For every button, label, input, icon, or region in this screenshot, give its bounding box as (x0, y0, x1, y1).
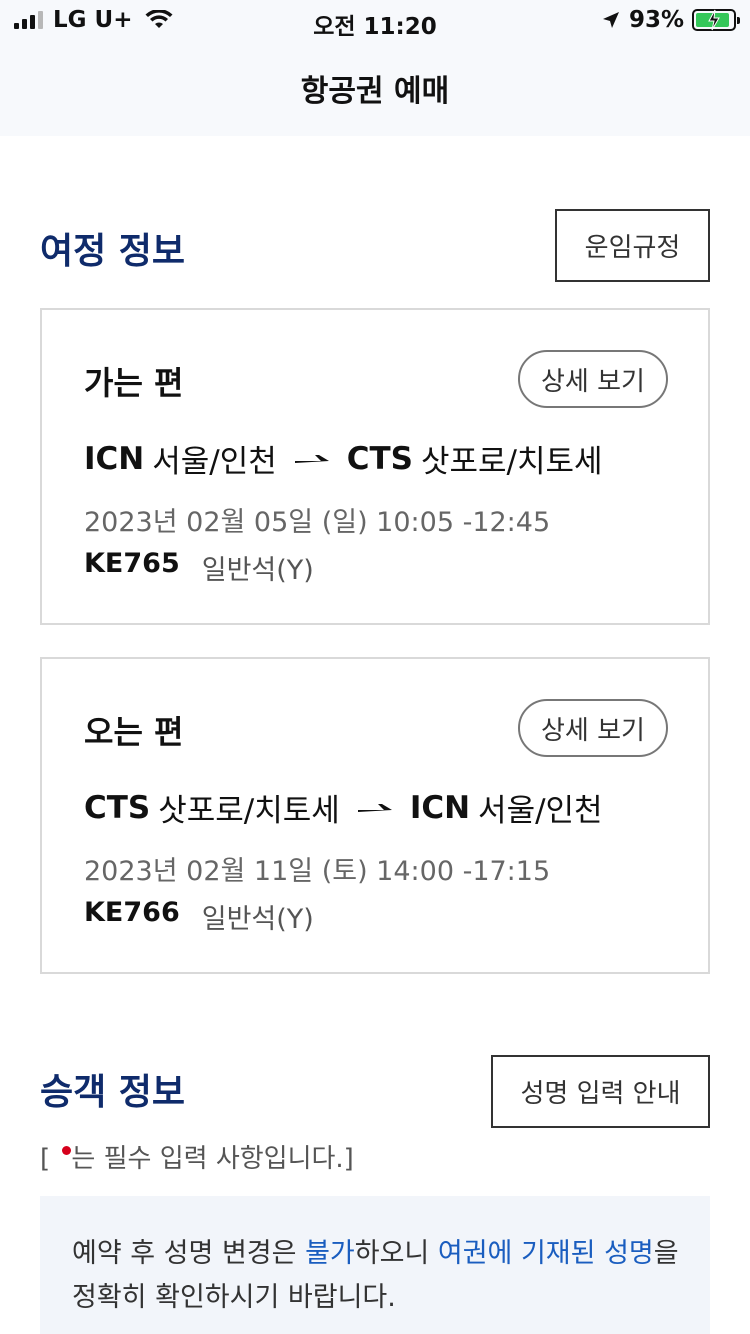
fare-rules-button[interactable]: 운임규정 (555, 209, 710, 282)
notice-highlight-impossible: 불가 (305, 1238, 355, 1269)
inbound-cabin: 일반석(Y) (201, 904, 314, 935)
charging-bolt-icon (708, 9, 720, 31)
inbound-from-code: CTS (84, 789, 151, 826)
outbound-datetime: 2023년 02월 05일 (일) 10:05 -12:45 (84, 507, 551, 538)
inbound-flight: KE766 일반석(Y) (84, 897, 314, 936)
outbound-flight-number: KE765 (84, 548, 180, 579)
name-notice-box: 예약 후 성명 변경은 불가하오니 여권에 기재된 성명을 정확히 확인하시기 … (40, 1196, 710, 1334)
location-arrow-icon (602, 12, 619, 28)
name-guide-button[interactable]: 성명 입력 안내 (491, 1055, 710, 1128)
inbound-detail-button[interactable]: 상세 보기 (518, 699, 668, 757)
notice-part-3: 하오니 (354, 1238, 438, 1269)
inbound-datetime: 2023년 02월 11일 (토) 14:00 -17:15 (84, 856, 551, 887)
outbound-to-city: 삿포로/치토세 (421, 444, 603, 480)
outbound-card: 가는 편 상세 보기 ICN 서울/인천 CTS 삿포로/치토세 2023년 0… (40, 308, 710, 625)
required-note-bracket: [ (40, 1144, 51, 1174)
inbound-flight-number: KE766 (84, 897, 180, 928)
passenger-title: 승객 정보 (40, 1072, 186, 1113)
outbound-route: ICN 서울/인천 CTS 삿포로/치토세 (84, 436, 603, 481)
required-note: [ 는 필수 입력 사항입니다.] (40, 1138, 354, 1175)
notice-part-1: 예약 후 성명 변경은 (72, 1238, 306, 1269)
outbound-label: 가는 편 (84, 364, 184, 402)
inbound-from-city: 삿포로/치토세 (158, 793, 340, 829)
inbound-card: 오는 편 상세 보기 CTS 삿포로/치토세 ICN 서울/인천 2023년 0… (40, 657, 710, 974)
outbound-from-code: ICN (84, 440, 145, 477)
nav-bar: 항공권 예매 (0, 40, 750, 136)
airplane-icon (294, 452, 329, 466)
outbound-from-city: 서울/인천 (152, 444, 277, 480)
status-bar: LG U+ 오전 11:20 93% (0, 0, 750, 40)
outbound-cabin: 일반석(Y) (201, 555, 314, 586)
inbound-to-city: 서울/인천 (478, 793, 603, 829)
battery-icon (692, 9, 740, 31)
inbound-to-code: ICN (409, 789, 471, 826)
status-right: 93% (601, 7, 740, 33)
inbound-label: 오는 편 (84, 713, 184, 751)
page-title: 항공권 예매 (300, 74, 450, 109)
inbound-route: CTS 삿포로/치토세 ICN 서울/인천 (84, 785, 603, 830)
itinerary-title: 여정 정보 (40, 231, 186, 272)
airplane-icon (357, 801, 392, 815)
required-note-text: 는 필수 입력 사항입니다.] (71, 1144, 354, 1174)
outbound-to-code: CTS (346, 440, 413, 477)
outbound-detail-button[interactable]: 상세 보기 (518, 350, 668, 408)
name-notice-text: 예약 후 성명 변경은 불가하오니 여권에 기재된 성명을 정확히 확인하시기 … (72, 1232, 682, 1320)
notice-highlight-passport-name: 여권에 기재된 성명 (437, 1238, 654, 1269)
outbound-flight: KE765 일반석(Y) (84, 548, 314, 587)
battery-percent: 93% (628, 7, 684, 33)
